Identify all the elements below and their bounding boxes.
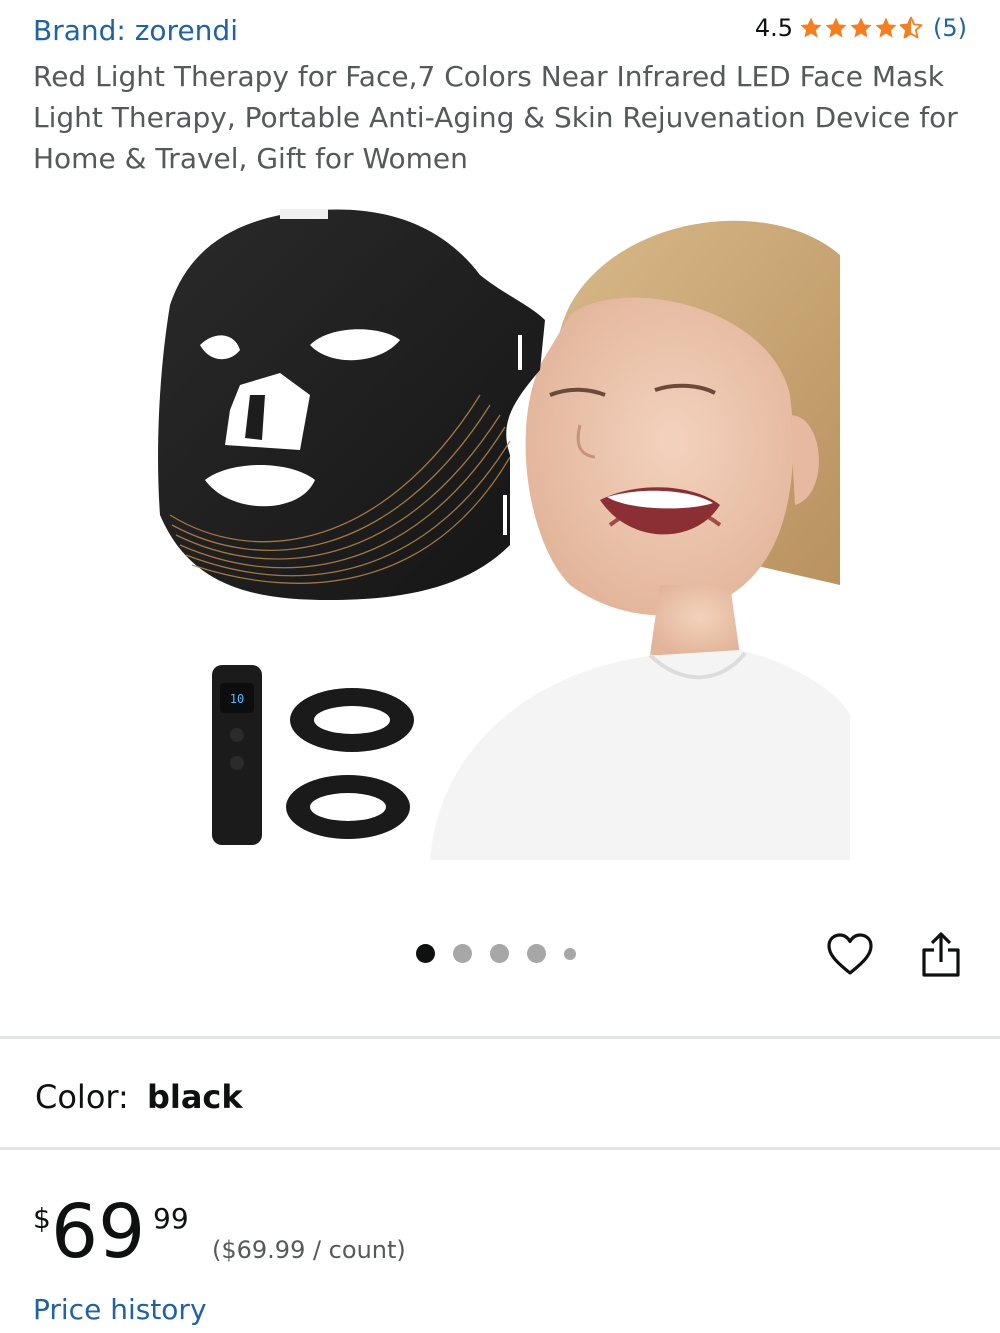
share-icon xyxy=(922,932,960,977)
color-label: Color: xyxy=(35,1078,129,1116)
section-divider xyxy=(0,1036,1000,1039)
wishlist-button[interactable] xyxy=(825,930,875,980)
svg-text:10: 10 xyxy=(230,692,244,706)
star-icon xyxy=(850,17,872,38)
star-icon xyxy=(875,17,897,38)
carousel-indicator[interactable] xyxy=(416,944,576,963)
led-mask xyxy=(158,209,545,600)
remote-controller: 10 xyxy=(212,665,262,845)
carousel-dot[interactable] xyxy=(416,944,435,963)
unit-price: ($69.99 / count) xyxy=(212,1236,406,1264)
product-title: Red Light Therapy for Face,7 Colors Near… xyxy=(33,60,958,175)
brand-link[interactable]: Brand: zorendi xyxy=(33,14,238,47)
eye-pads xyxy=(286,688,414,839)
carousel-dot[interactable] xyxy=(564,947,576,960)
rating-value: 4.5 xyxy=(754,14,793,42)
price-whole: 69 xyxy=(51,1189,146,1275)
carousel-dot[interactable] xyxy=(527,944,546,963)
product-image[interactable]: 10 xyxy=(150,195,850,860)
rating-count-link[interactable]: (5) xyxy=(933,14,967,42)
color-selector[interactable]: Color: black xyxy=(35,1078,243,1116)
star-icon xyxy=(800,17,822,38)
price-history-link[interactable]: Price history xyxy=(33,1293,207,1326)
price-currency: $ xyxy=(33,1202,51,1235)
star-icon xyxy=(825,17,847,38)
half-star-icon xyxy=(899,16,923,39)
carousel-dot[interactable] xyxy=(453,944,472,963)
heart-outline-icon xyxy=(827,933,873,975)
carousel-dot[interactable] xyxy=(490,944,509,963)
price-fraction: 99 xyxy=(153,1202,189,1235)
color-value: black xyxy=(146,1078,243,1116)
section-divider xyxy=(0,1147,1000,1150)
rating-stars xyxy=(799,16,923,40)
share-button[interactable] xyxy=(916,930,966,980)
rating-summary[interactable]: 4.5 (5) xyxy=(755,14,967,42)
